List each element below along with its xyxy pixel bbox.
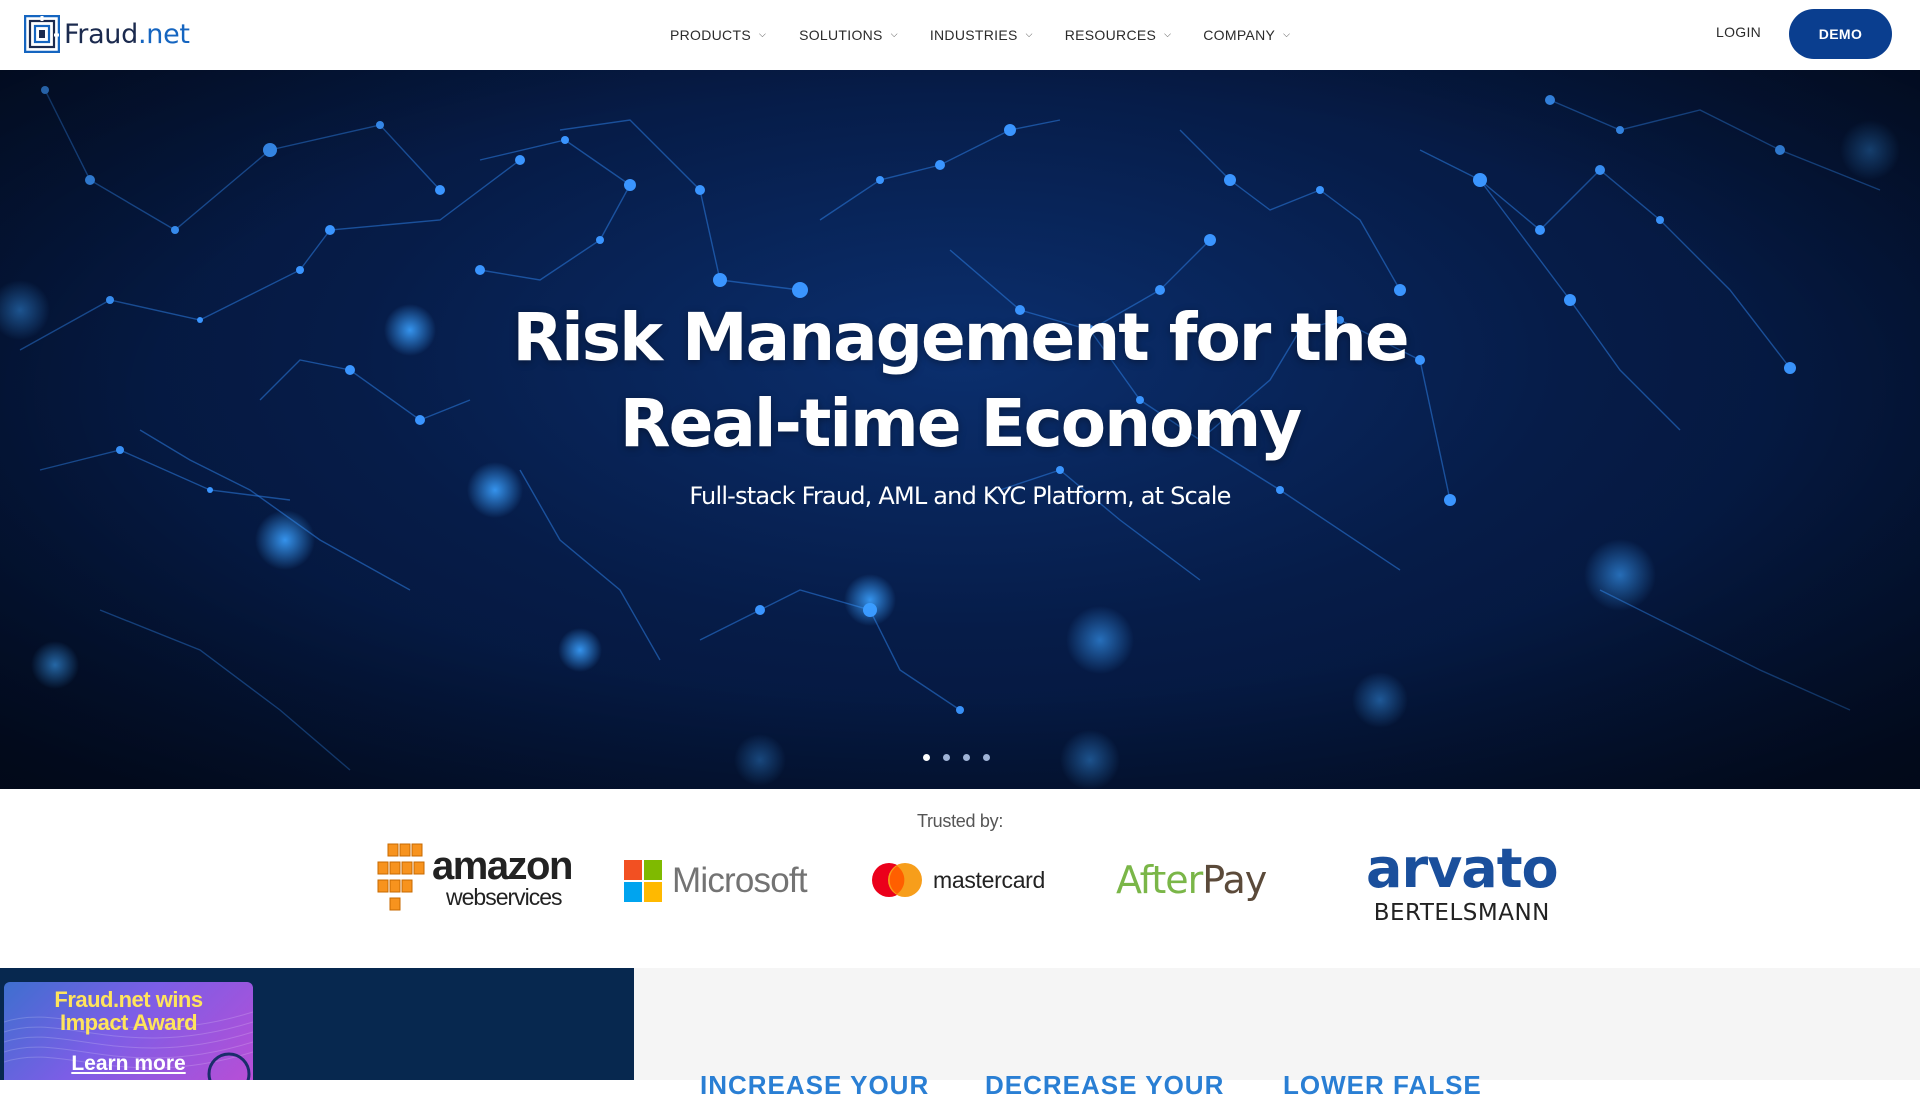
chevron-down-icon: ⌵ [890,28,898,39]
amazon-wordmark: amazon [432,843,573,888]
aws-cubes-icon [377,843,425,911]
logo-wordmark: Fraud.net [64,18,190,50]
learn-more-link[interactable]: Learn more [4,1052,253,1076]
nav-company[interactable]: COMPANY ⌵ [1203,27,1290,43]
hero-title-line1: Risk Management for the [512,299,1409,376]
arvato-wordmark: arvato [1366,837,1559,900]
carousel-dot-4[interactable] [983,754,990,761]
hero-banner: Risk Management for the Real-time Econom… [0,70,1920,789]
hero-title: Risk Management for the Real-time Econom… [460,295,1460,467]
amazon-web-services-logo: amazon webservices [374,840,573,914]
chevron-down-icon: ⌵ [758,28,767,39]
arvato-bertelsmann-logo: arvato BERTELSMANN [1366,837,1559,927]
maze-logo-icon [24,15,60,53]
nav-resources[interactable]: RESOURCES ⌵ [1065,27,1172,43]
fraud-net-logo[interactable]: Fraud.net [24,13,190,55]
microsoft-logo: Microsoft [624,860,808,902]
nav-products[interactable]: PRODUCTS ⌵ [670,27,766,43]
award-headline: Fraud.net wins Impact Award [54,987,203,1035]
microsoft-wordmark: Microsoft [672,861,808,900]
nav-industries[interactable]: INDUSTRIES ⌵ [930,27,1033,43]
afterpay-wordmark: AfterPay [1116,858,1267,902]
chevron-down-icon: ⌵ [1283,28,1291,39]
carousel-dot-2[interactable] [943,754,950,761]
impact-award-card[interactable]: Fraud.net wins Impact Award Learn more [4,982,253,1080]
mastercard-circles-icon [872,863,922,897]
main-nav: PRODUCTS ⌵ SOLUTIONS ⌵ INDUSTRIES ⌵ RESOURC… [670,0,1290,70]
hero-subtitle: Full-stack Fraud, AML and KYC Platform, … [689,482,1231,510]
benefit-heading-2: DECREASE YOUR [985,1070,1225,1100]
webservices-wordmark: webservices [446,883,563,910]
site-header: Fraud.net PRODUCTS ⌵ SOLUTIONS ⌵ INDUSTRIE… [0,0,1920,70]
benefits-panel [634,968,1920,1080]
nav-solutions[interactable]: SOLUTIONS ⌵ [799,27,898,43]
benefit-heading-3: LOWER FALSE [1283,1070,1482,1100]
bertelsmann-wordmark: BERTELSMANN [1373,900,1550,926]
microsoft-squares-icon [624,860,662,902]
benefit-heading-1: INCREASE YOUR [700,1070,930,1100]
mastercard-logo: mastercard [871,862,1045,898]
chevron-down-icon: ⌵ [1164,28,1172,39]
login-link[interactable]: LOGIN [1716,24,1761,40]
hero-title-line2: Real-time Economy [619,385,1302,462]
chevron-down-icon: ⌵ [1025,28,1033,39]
mastercard-wordmark: mastercard [933,866,1046,893]
client-logos: amazon webservices Microsoft mastercard … [0,840,1920,940]
carousel-pagination [923,754,990,761]
demo-button[interactable]: DEMO [1789,9,1892,59]
trusted-by-label: Trusted by: [916,811,1004,831]
carousel-dot-1[interactable] [923,754,930,761]
afterpay-logo: AfterPay [1116,858,1267,902]
carousel-dot-3[interactable] [963,754,970,761]
